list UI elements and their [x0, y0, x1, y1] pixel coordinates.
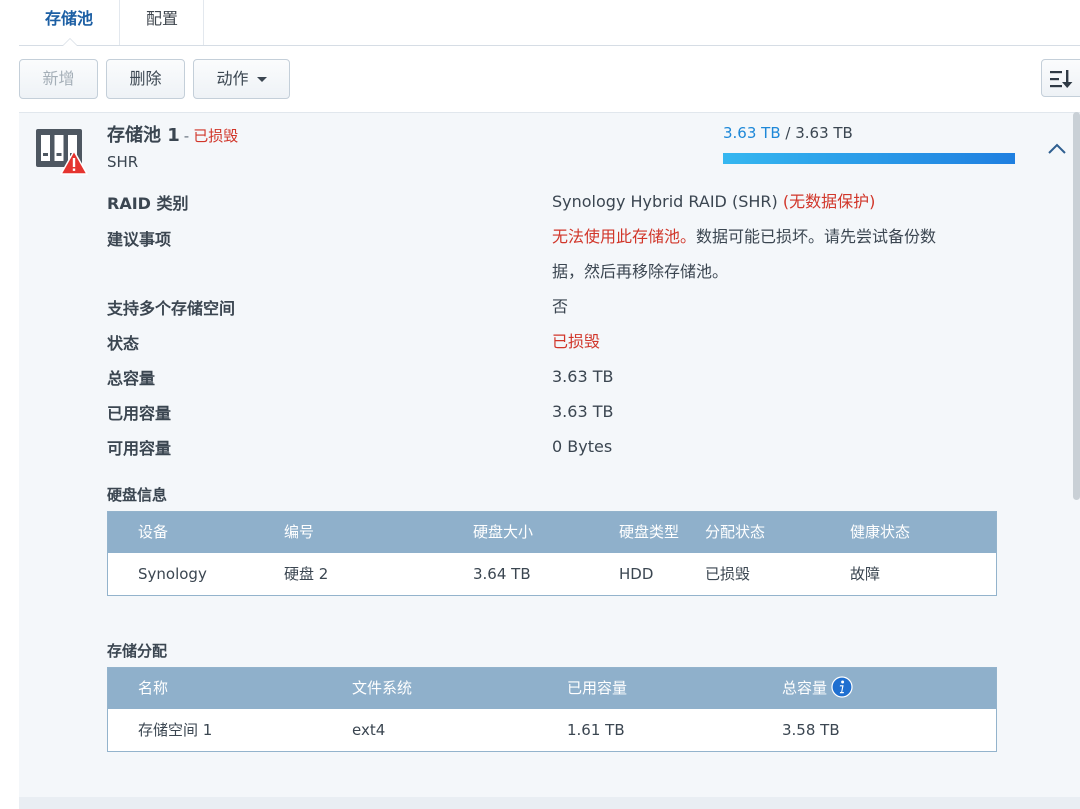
volume-filesystem: ext4	[352, 721, 386, 739]
volume-used: 1.61 TB	[567, 721, 625, 739]
pool-usage-bar	[723, 153, 1015, 164]
column-header-used[interactable]: 已用容量	[567, 668, 627, 709]
pool-total-capacity: 3.63 TB	[795, 124, 853, 142]
column-header-filesystem[interactable]: 文件系统	[352, 668, 412, 709]
column-header-name[interactable]: 名称	[138, 668, 168, 709]
tab-configuration[interactable]: 配置	[121, 0, 204, 46]
raid-type-value: Synology Hybrid RAID (SHR) (无数据保护)	[552, 184, 875, 219]
column-header-allocation[interactable]: 分配状态	[705, 512, 765, 553]
total-capacity-label: 总容量	[107, 369, 156, 388]
free-capacity-value: 0 Bytes	[552, 437, 613, 456]
sort-icon	[1050, 70, 1073, 88]
used-capacity-label: 已用容量	[107, 404, 172, 423]
column-header-total-label: 总容量	[782, 679, 828, 697]
advice-line-1: 无法使用此存储池。数据可能已损坏。请先尝试备份数	[552, 219, 936, 254]
pool-title-separator: -	[183, 127, 190, 145]
table-header: 设备 编号 硬盘大小 硬盘类型 分配状态 健康状态	[108, 512, 996, 553]
sort-button[interactable]	[1041, 59, 1080, 97]
action-button[interactable]: 动作	[193, 59, 290, 99]
disk-info-title: 硬盘信息	[107, 486, 168, 504]
tab-bar: 存储池 配置	[0, 0, 1080, 46]
disk-info-table: 设备 编号 硬盘大小 硬盘类型 分配状态 健康状态 Synology 硬盘 2 …	[107, 511, 997, 596]
raid-type-label: RAID 类别	[107, 194, 189, 213]
pool-raid-type: SHR	[107, 153, 139, 171]
chevron-up-icon[interactable]	[1046, 140, 1068, 158]
column-header-total[interactable]: 总容量	[782, 668, 853, 709]
disk-number: 硬盘 2	[284, 565, 329, 583]
info-icon[interactable]	[831, 675, 853, 698]
raid-type-text: Synology Hybrid RAID (SHR)	[552, 192, 783, 211]
column-header-size[interactable]: 硬盘大小	[473, 512, 533, 553]
used-capacity-value: 3.63 TB	[552, 402, 614, 421]
advice-line-2: 据，然后再移除存储池。	[552, 262, 729, 281]
toolbar: 新增 删除 动作	[0, 46, 1080, 112]
advice-label: 建议事项	[107, 230, 172, 249]
pool-usage-text: 3.63 TB / 3.63 TB	[723, 124, 853, 142]
storage-allocation-table: 名称 文件系统 已用容量 总容量 存储空间 1 ext4 1.61 TB 3.5…	[107, 667, 997, 752]
disk-allocation-status: 已损毁	[705, 565, 751, 583]
add-button[interactable]: 新增	[19, 59, 98, 99]
column-header-health[interactable]: 健康状态	[850, 512, 910, 553]
scrollbar-thumb[interactable]	[1073, 112, 1080, 500]
total-capacity-value: 3.63 TB	[552, 367, 614, 386]
raid-protection-note: (无数据保护)	[782, 192, 876, 211]
table-row[interactable]: Synology 硬盘 2 3.64 TB HDD 已损毁 故障	[108, 553, 996, 595]
advice-warning: 无法使用此存储池。	[552, 227, 697, 246]
pool-usage-bar-fill	[723, 153, 1015, 164]
pool-name: 存储池 1	[107, 125, 180, 146]
multi-volume-label: 支持多个存储空间	[107, 299, 236, 318]
disk-device: Synology	[138, 565, 207, 583]
pool-usage-separator: /	[780, 124, 796, 142]
table-header: 名称 文件系统 已用容量 总容量	[108, 668, 996, 709]
disk-size: 3.64 TB	[473, 565, 531, 583]
action-button-label: 动作	[216, 69, 249, 88]
active-tab-indicator	[62, 38, 78, 46]
pool-title: 存储池 1- 已损毁	[107, 121, 238, 147]
volume-total: 3.58 TB	[782, 721, 840, 739]
storage-allocation-title: 存储分配	[107, 642, 168, 660]
free-capacity-label: 可用容量	[107, 439, 172, 458]
status-value: 已损毁	[552, 332, 601, 351]
multi-volume-value: 否	[552, 297, 569, 316]
column-header-type[interactable]: 硬盘类型	[619, 512, 679, 553]
column-header-number[interactable]: 编号	[284, 512, 314, 553]
disk-type: HDD	[619, 565, 654, 583]
table-row[interactable]: 存储空间 1 ext4 1.61 TB 3.58 TB	[108, 709, 996, 751]
delete-button[interactable]: 删除	[106, 59, 185, 99]
status-label: 状态	[107, 334, 140, 353]
storage-pool-warning-icon	[36, 129, 88, 175]
advice-text: 数据可能已损坏。请先尝试备份数	[696, 227, 937, 246]
panel-footer	[19, 797, 1080, 809]
disk-health-status: 故障	[850, 565, 881, 583]
pool-used-capacity: 3.63 TB	[723, 124, 781, 142]
column-header-device[interactable]: 设备	[138, 512, 168, 553]
volume-name: 存储空间 1	[138, 721, 213, 739]
caret-down-icon	[256, 77, 267, 82]
pool-status-badge: 已损毁	[193, 127, 239, 145]
